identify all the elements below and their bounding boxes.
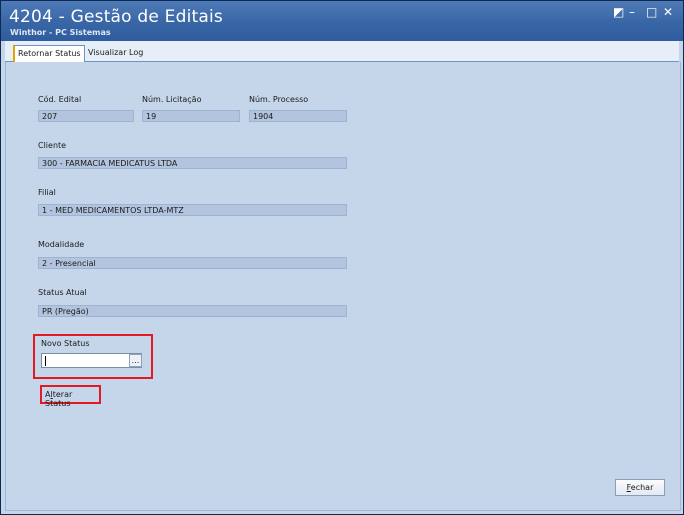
close-icon[interactable]: ✕	[663, 6, 673, 18]
fechar-button[interactable]: Fechar	[615, 479, 665, 496]
novo-status-highlight: Novo Status ...	[33, 334, 153, 379]
cod-edital-field: 207	[38, 110, 134, 122]
app-window: 4204 - Gestão de Editais Winthor - PC Si…	[0, 0, 684, 515]
alterar-status-highlight: Alterar Status	[40, 385, 101, 408]
novo-status-input[interactable]	[41, 353, 142, 368]
title-bar: 4204 - Gestão de Editais Winthor - PC Si…	[1, 1, 683, 41]
alterar-status-button[interactable]: Alterar Status	[45, 390, 99, 408]
status-atual-label: Status Atual	[38, 288, 87, 297]
lookup-button[interactable]: ...	[129, 354, 142, 367]
modalidade-label: Modalidade	[38, 240, 85, 249]
num-processo-field: 1904	[249, 110, 347, 122]
form-panel: Cód. Edital 207 Núm. Licitação 19 Núm. P…	[5, 62, 681, 511]
cliente-field: 300 - FARMACIA MEDICATUS LTDA	[38, 157, 347, 169]
filial-field: 1 - MED MEDICAMENTOS LTDA-MTZ	[38, 204, 347, 216]
num-licitacao-label: Núm. Licitação	[142, 95, 202, 104]
status-atual-field: PR (Pregão)	[38, 305, 347, 317]
text-cursor	[45, 356, 46, 366]
tab-retornar-status[interactable]: Retornar Status	[13, 45, 85, 62]
tab-visualizar-log[interactable]: Visualizar Log	[85, 45, 146, 60]
window-title: 4204 - Gestão de Editais	[9, 7, 223, 27]
filial-label: Filial	[38, 188, 56, 197]
novo-status-label: Novo Status	[41, 339, 90, 348]
restore-icon[interactable]: ◩	[613, 6, 624, 18]
modalidade-field: 2 - Presencial	[38, 257, 347, 269]
num-licitacao-field: 19	[142, 110, 240, 122]
cod-edital-label: Cód. Edital	[38, 95, 82, 104]
fechar-rest: echar	[630, 483, 654, 492]
maximize-icon[interactable]: □	[646, 6, 657, 18]
num-processo-label: Núm. Processo	[249, 95, 309, 104]
minimize-icon[interactable]: –	[629, 6, 635, 18]
window-subtitle: Winthor - PC Sistemas	[10, 28, 111, 37]
tab-strip: Retornar Status Visualizar Log	[5, 41, 679, 62]
cliente-label: Cliente	[38, 141, 67, 150]
